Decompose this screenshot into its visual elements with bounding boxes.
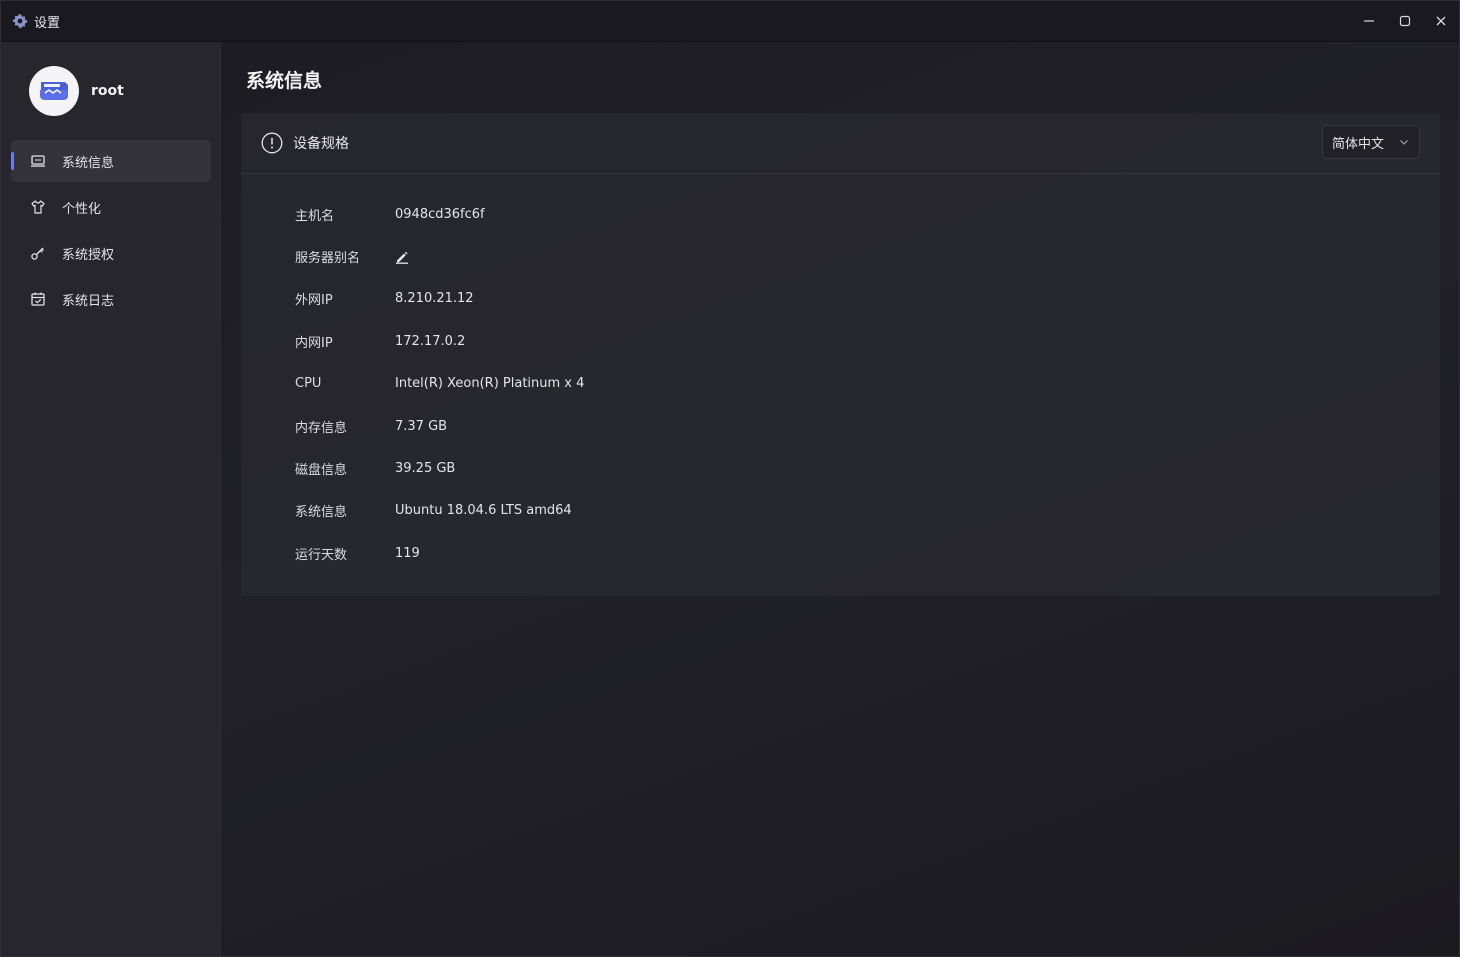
spec-label: 运行天数 [295, 547, 348, 563]
sidebar: root 系统信息 个性化 系统授权 系统日志 [1, 42, 221, 956]
avatar[interactable] [29, 66, 79, 116]
spec-value: 8.210.21.12 [395, 291, 474, 307]
settings-window: 设置 root 系统信息 个性化 系统授权 系统日志 系统信息 设备规格 简体中… [0, 0, 1460, 957]
avatar-logo-icon [40, 82, 68, 100]
spec-label: 内存信息 [295, 420, 348, 436]
sidebar-item-system-info[interactable]: 系统信息 [11, 140, 211, 182]
username: root [91, 83, 124, 99]
spec-row-memory: 内存信息 7.37 GB [295, 405, 584, 447]
language-select-value: 简体中文 [1332, 136, 1385, 152]
edit-icon[interactable] [395, 250, 409, 264]
sidebar-item-personalization[interactable]: 个性化 [11, 186, 211, 228]
spec-label: 主机名 [295, 208, 335, 224]
spec-label: 磁盘信息 [295, 463, 348, 479]
window-controls [1351, 1, 1459, 41]
sidebar-item-logs[interactable]: 系统日志 [11, 278, 211, 320]
main-content: 系统信息 设备规格 简体中文 主机名 0948cd36fc6f 服务器别名 外网… [221, 42, 1459, 956]
user-profile[interactable]: root [29, 66, 124, 116]
spec-row-cpu: CPU Intel(R) Xeon(R) Platinum x 4 [295, 363, 584, 405]
sidebar-item-label: 系统日志 [62, 293, 115, 309]
spec-value: Intel(R) Xeon(R) Platinum x 4 [395, 376, 585, 392]
minimize-button[interactable] [1351, 1, 1387, 41]
spec-value: Ubuntu 18.04.6 LTS amd64 [395, 503, 572, 519]
spec-row-hostname: 主机名 0948cd36fc6f [295, 193, 584, 235]
minimize-icon [1364, 20, 1374, 22]
maximize-icon [1399, 15, 1411, 27]
spec-label: 内网IP [295, 335, 333, 351]
sidebar-nav: 系统信息 个性化 系统授权 系统日志 [11, 140, 211, 324]
chevron-down-icon [1398, 136, 1410, 148]
device-spec-card: 设备规格 简体中文 主机名 0948cd36fc6f 服务器别名 外网IP 8.… [241, 113, 1440, 596]
spec-row-disk: 磁盘信息 39.25 GB [295, 447, 584, 489]
key-icon [30, 245, 46, 261]
close-button[interactable] [1423, 1, 1459, 41]
spec-row-uptime: 运行天数 119 [295, 532, 584, 574]
spec-label: 服务器别名 [295, 251, 361, 267]
spec-label: CPU [295, 376, 322, 392]
language-select[interactable]: 简体中文 [1322, 125, 1420, 159]
spec-label: 系统信息 [295, 505, 348, 521]
window-title: 设置 [34, 15, 61, 31]
spec-value: 39.25 GB [395, 461, 456, 477]
spec-value: 0948cd36fc6f [395, 206, 485, 222]
close-icon [1436, 16, 1446, 26]
maximize-button[interactable] [1387, 1, 1423, 41]
spec-list: 主机名 0948cd36fc6f 服务器别名 外网IP 8.210.21.12 … [295, 193, 584, 575]
spec-row-alias: 服务器别名 [295, 235, 584, 277]
shirt-icon [30, 199, 46, 215]
gear-icon [12, 13, 28, 29]
calendar-icon [30, 291, 46, 307]
card-header: 设备规格 简体中文 [241, 113, 1440, 174]
monitor-icon [30, 153, 46, 169]
spec-value: 7.37 GB [395, 418, 448, 434]
spec-label: 外网IP [295, 293, 333, 309]
title-bar[interactable]: 设置 [1, 1, 1459, 42]
spec-row-private-ip: 内网IP 172.17.0.2 [295, 320, 584, 362]
spec-value: 119 [395, 545, 420, 561]
sidebar-item-label: 个性化 [62, 201, 102, 217]
sidebar-item-license[interactable]: 系统授权 [11, 232, 211, 274]
sidebar-item-label: 系统授权 [62, 247, 115, 263]
sidebar-item-label: 系统信息 [62, 155, 115, 171]
spec-row-os: 系统信息 Ubuntu 18.04.6 LTS amd64 [295, 490, 584, 532]
spec-row-public-ip: 外网IP 8.210.21.12 [295, 278, 584, 320]
card-title: 设备规格 [293, 136, 349, 152]
info-icon [261, 132, 283, 154]
spec-value: 172.17.0.2 [395, 333, 466, 349]
page-title: 系统信息 [246, 70, 323, 92]
